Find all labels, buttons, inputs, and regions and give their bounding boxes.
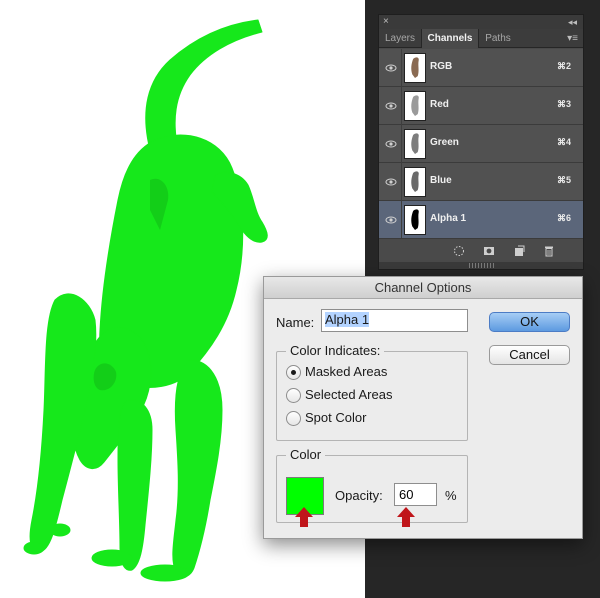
collapse-icon[interactable]: ◂◂ — [568, 15, 577, 29]
radio-button[interactable] — [286, 365, 301, 380]
color-indicates-group: Color Indicates: Masked Areas Selected A… — [276, 343, 468, 441]
monkey-hand — [23, 541, 45, 555]
eye-separator — [401, 87, 402, 125]
channel-options-dialog: Channel Options Name: Alpha 1 OK Cancel … — [263, 276, 583, 539]
name-field-selected-text: Alpha 1 — [325, 312, 370, 327]
radio-label[interactable]: Selected Areas — [305, 387, 392, 402]
channel-row-rgb[interactable]: RGB ⌘2 — [379, 49, 583, 87]
grip-dots[interactable] — [469, 263, 495, 268]
dialog-title: Channel Options — [264, 277, 582, 299]
tab-paths[interactable]: Paths — [479, 29, 517, 48]
ok-button[interactable]: OK — [489, 312, 570, 332]
channel-shortcut: ⌘3 — [556, 99, 571, 109]
radio-button[interactable] — [286, 411, 301, 426]
panel-menu-icon[interactable]: ▾≡ — [567, 29, 578, 48]
channel-shortcut: ⌘5 — [556, 175, 571, 185]
channel-row-green[interactable]: Green ⌘4 — [379, 125, 583, 163]
eye-separator — [401, 125, 402, 163]
name-label: Name: — [276, 315, 315, 330]
radio-label[interactable]: Spot Color — [305, 410, 366, 425]
annotation-arrow-opacity-icon — [397, 507, 415, 527]
opacity-field[interactable]: 60 — [394, 483, 437, 506]
channel-thumbnail — [404, 205, 426, 235]
save-selection-icon[interactable] — [483, 245, 495, 257]
channel-thumbnail — [404, 53, 426, 83]
monkey-standing-leg — [117, 399, 153, 571]
monkey-tail — [145, 19, 263, 151]
channel-shortcut: ⌘2 — [556, 61, 571, 71]
radio-label[interactable]: Masked Areas — [305, 364, 387, 379]
annotation-arrow-swatch-icon — [295, 507, 313, 527]
monkey-hand-2 — [49, 523, 71, 537]
channel-thumbnail — [404, 91, 426, 121]
percent-sign: % — [445, 488, 457, 503]
panel-resize-grip[interactable] — [379, 262, 583, 269]
panel-footer — [379, 238, 583, 262]
channel-shortcut: ⌘6 — [556, 213, 571, 223]
monkey-hind-leg — [172, 359, 223, 578]
eye-separator — [401, 201, 402, 239]
screenshot-stage: × ◂◂ Layers Channels Paths ▾≡ RGB ⌘2 Red… — [0, 0, 600, 598]
eye-icon[interactable] — [385, 138, 397, 150]
opacity-label: Opacity: — [335, 488, 383, 503]
new-channel-icon[interactable] — [513, 245, 525, 257]
load-selection-icon[interactable] — [453, 245, 465, 257]
channel-thumbnail — [404, 129, 426, 159]
channel-name: Green — [430, 137, 459, 148]
channel-name: Alpha 1 — [430, 213, 467, 224]
monkey-foot-right — [140, 564, 190, 582]
eye-separator — [401, 49, 402, 87]
eye-icon[interactable] — [385, 176, 397, 188]
tab-channels[interactable]: Channels — [421, 29, 479, 48]
monkey-foot-left — [91, 549, 133, 567]
eye-icon[interactable] — [385, 62, 397, 74]
channel-name: Red — [430, 99, 449, 110]
color-group-title: Color — [286, 447, 326, 462]
channel-shortcut: ⌘4 — [556, 137, 571, 147]
radio-button[interactable] — [286, 388, 301, 403]
cancel-button[interactable]: Cancel — [489, 345, 570, 365]
eye-icon[interactable] — [385, 100, 397, 112]
name-field[interactable]: Alpha 1 — [321, 309, 468, 332]
channel-name: RGB — [430, 61, 453, 72]
panel-titlebar: × ◂◂ — [379, 15, 583, 29]
color-indicates-title: Color Indicates: — [286, 343, 385, 358]
tab-layers[interactable]: Layers — [379, 29, 421, 48]
eye-icon[interactable] — [385, 214, 397, 226]
channel-row-red[interactable]: Red ⌘3 — [379, 87, 583, 125]
channel-row-blue[interactable]: Blue ⌘5 — [379, 163, 583, 201]
channel-row-alpha-1[interactable]: Alpha 1 ⌘6 — [379, 201, 583, 239]
close-icon[interactable]: × — [383, 15, 389, 29]
panel-tab-bar: Layers Channels Paths ▾≡ — [379, 29, 583, 48]
channel-thumbnail — [404, 167, 426, 197]
trash-icon[interactable] — [543, 245, 555, 257]
eye-separator — [401, 163, 402, 201]
channels-panel: × ◂◂ Layers Channels Paths ▾≡ RGB ⌘2 Red… — [378, 14, 584, 270]
channel-name: Blue — [430, 175, 452, 186]
